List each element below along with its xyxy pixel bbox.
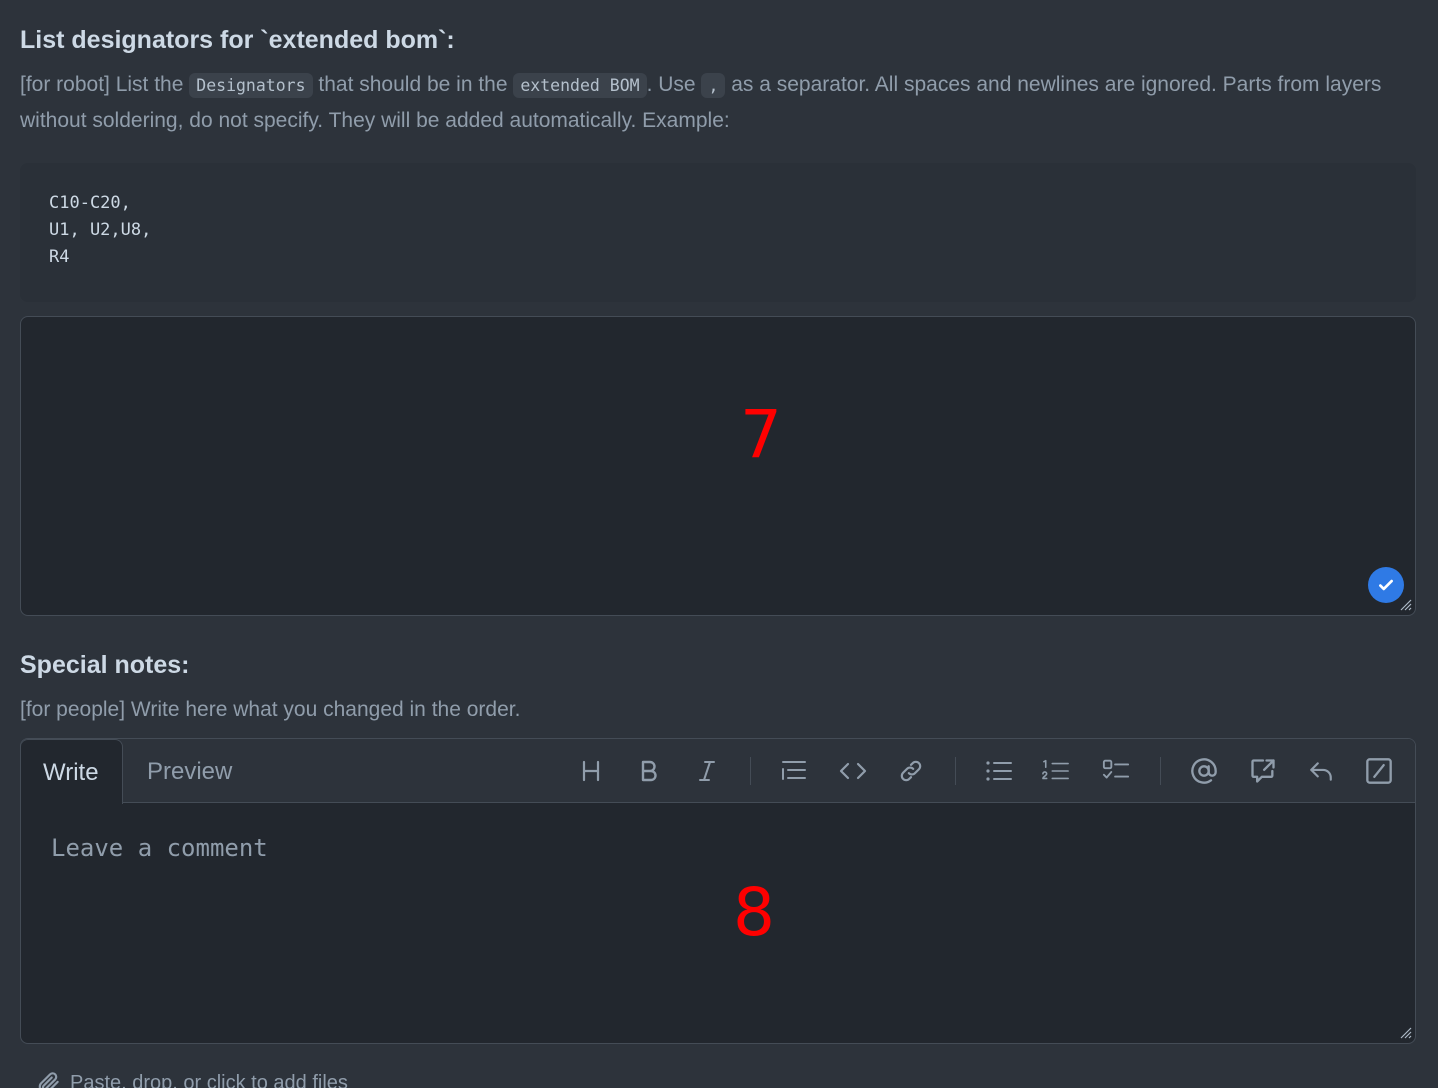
toolbar-divider	[955, 757, 956, 785]
quote-icon[interactable]	[780, 757, 808, 785]
toolbar-divider	[750, 757, 751, 785]
add-files-area[interactable]: Paste, drop, or click to add files	[36, 1068, 348, 1088]
bold-icon[interactable]	[635, 757, 663, 785]
inline-code-comma: ,	[701, 73, 726, 98]
paperclip-icon	[38, 1072, 59, 1088]
designators-title: List designators for `extended bom`:	[20, 26, 455, 54]
annotation-marker-8: 8	[733, 874, 775, 951]
special-notes-description: [for people] Write here what you changed…	[20, 698, 521, 721]
heading-icon[interactable]	[577, 757, 605, 785]
example-code-block: C10-C20, U1, U2,U8, R4	[20, 163, 1416, 302]
bulleted-list-icon[interactable]	[985, 757, 1013, 785]
link-icon[interactable]	[897, 757, 925, 785]
designators-desc-part: [for robot] List the	[20, 73, 190, 96]
reply-icon[interactable]	[1307, 757, 1335, 785]
reference-icon[interactable]	[1249, 757, 1277, 785]
toolbar-divider	[1160, 757, 1161, 785]
designators-desc-part: . Use	[646, 73, 702, 96]
designators-description: [for robot] List the Designators that sh…	[20, 67, 1418, 138]
code-icon[interactable]	[839, 757, 867, 785]
editor-header: Write Preview	[21, 739, 1415, 804]
inline-code-designators: Designators	[189, 73, 313, 98]
add-files-label: Paste, drop, or click to add files	[70, 1071, 348, 1088]
inline-code-extended-bom: extended BOM	[513, 73, 647, 98]
designators-desc-part: that should be in the	[312, 73, 514, 96]
resize-handle-icon[interactable]	[1398, 597, 1412, 611]
italic-icon[interactable]	[693, 757, 721, 785]
comment-input[interactable]	[21, 804, 1415, 1043]
annotation-marker-7: 7	[740, 396, 782, 473]
example-code: C10-C20, U1, U2,U8, R4	[49, 193, 152, 267]
designators-textarea[interactable]	[20, 316, 1416, 616]
issue-form: List designators for `extended bom`: [fo…	[0, 0, 1438, 1088]
slash-commands-icon[interactable]	[1365, 757, 1393, 785]
tab-write[interactable]: Write	[21, 739, 123, 804]
tab-preview[interactable]: Preview	[125, 739, 254, 803]
mention-icon[interactable]	[1190, 757, 1218, 785]
special-notes-title: Special notes:	[20, 651, 190, 679]
numbered-list-icon[interactable]	[1042, 757, 1070, 785]
task-list-icon[interactable]	[1102, 757, 1130, 785]
comment-editor: Write Preview	[20, 738, 1416, 1044]
resize-handle-icon[interactable]	[1398, 1025, 1412, 1039]
